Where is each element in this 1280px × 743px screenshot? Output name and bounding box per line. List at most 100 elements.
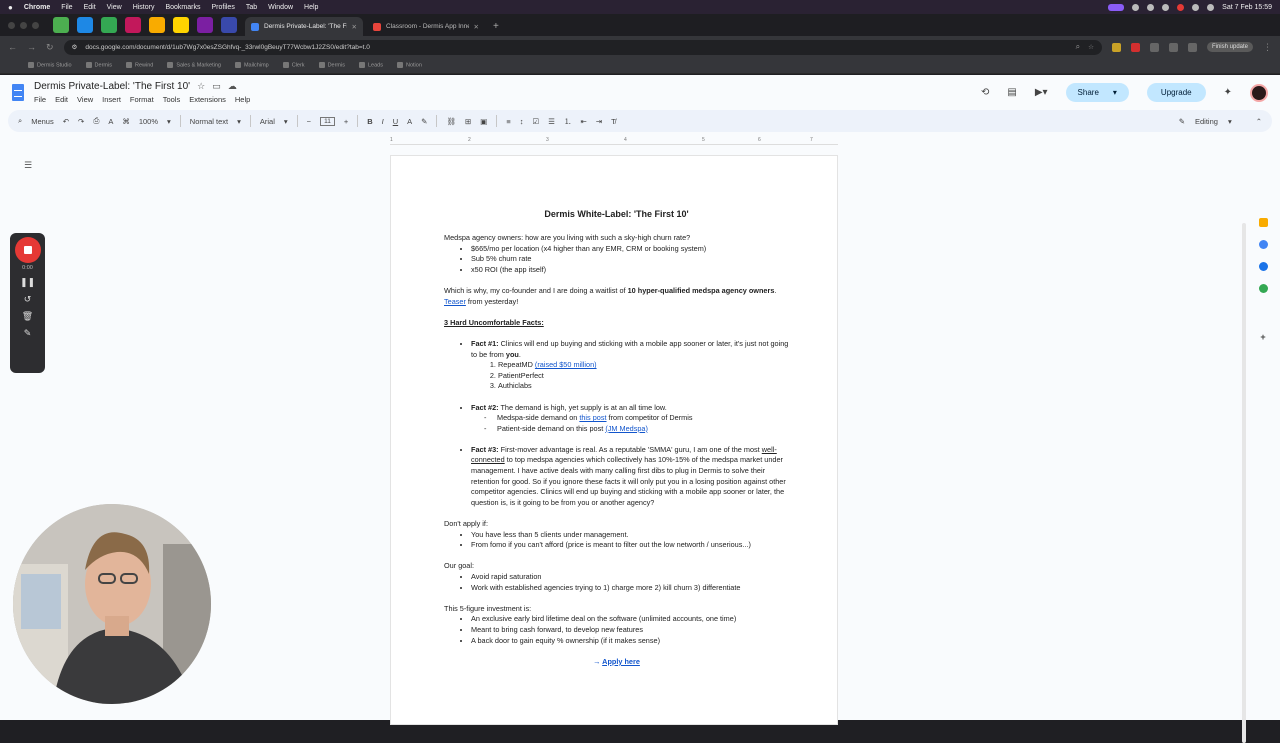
italic-icon[interactable]: I bbox=[382, 117, 384, 126]
tab-classroom[interactable]: Classroom - Dermis App Inner Circle ✕ bbox=[367, 17, 485, 36]
pinned-tab-icon[interactable] bbox=[53, 17, 69, 33]
increase-indent-icon[interactable]: ⇥ bbox=[596, 117, 602, 126]
menu-tab[interactable]: Tab bbox=[246, 4, 257, 11]
editing-mode[interactable]: ✎ Editing ▾ ⌃ bbox=[1179, 117, 1262, 126]
pinned-tab-icon[interactable] bbox=[125, 17, 141, 33]
menu-file[interactable]: File bbox=[61, 4, 72, 11]
bookmark-star-icon[interactable]: ☆ bbox=[1088, 43, 1094, 51]
bookmark-item[interactable]: Sales & Marketing bbox=[167, 62, 221, 69]
decrease-font-icon[interactable]: − bbox=[307, 117, 311, 126]
ruler[interactable]: 1 2 3 4 5 6 7 bbox=[390, 135, 838, 145]
this-post-link[interactable]: this post bbox=[579, 413, 606, 422]
font-size-input[interactable]: 11 bbox=[320, 116, 335, 126]
stop-recording-button[interactable] bbox=[14, 237, 41, 263]
menu-history[interactable]: History bbox=[133, 4, 155, 11]
pinned-tab-icon[interactable] bbox=[101, 17, 117, 33]
cloud-saved-icon[interactable]: ☁ bbox=[228, 81, 237, 92]
zoom-select[interactable]: 100% bbox=[139, 117, 158, 126]
comment-icon[interactable]: ⊞ bbox=[465, 117, 471, 126]
pinned-tab-icon[interactable] bbox=[149, 17, 165, 33]
maps-icon[interactable] bbox=[1258, 284, 1268, 293]
menu-edit[interactable]: Edit bbox=[84, 4, 96, 11]
extension-icon[interactable] bbox=[1149, 42, 1159, 52]
bookmark-item[interactable]: Dermis bbox=[86, 62, 112, 69]
document-title[interactable]: Dermis Private-Label: 'The First 10' bbox=[34, 81, 190, 92]
bookmark-item[interactable]: Mailchimp bbox=[235, 62, 269, 69]
spellcheck-icon[interactable]: A bbox=[108, 117, 113, 126]
forward-icon[interactable]: → bbox=[27, 42, 36, 52]
bold-icon[interactable]: B bbox=[367, 117, 372, 126]
extension-icon[interactable] bbox=[1168, 42, 1178, 52]
docs-menu-view[interactable]: View bbox=[77, 95, 93, 104]
line-spacing-icon[interactable]: ↕ bbox=[520, 117, 524, 126]
maximize-window-icon[interactable] bbox=[32, 21, 39, 29]
minimize-window-icon[interactable] bbox=[20, 21, 27, 29]
battery-icon[interactable] bbox=[1207, 3, 1215, 11]
keep-icon[interactable] bbox=[1258, 218, 1268, 227]
status-icon[interactable] bbox=[1132, 3, 1140, 11]
pinned-tab-icon[interactable] bbox=[197, 17, 213, 33]
close-tab-icon[interactable]: ✕ bbox=[352, 23, 357, 31]
history-icon[interactable]: ⟲ bbox=[981, 87, 989, 98]
extension-icon[interactable] bbox=[1111, 42, 1121, 52]
tab-dermis-doc[interactable]: Dermis Private-Label: 'The First 10' ✕ bbox=[245, 17, 363, 36]
meet-icon[interactable]: ▶▾ bbox=[1035, 87, 1048, 98]
decrease-indent-icon[interactable]: ⇤ bbox=[580, 117, 586, 126]
reload-icon[interactable]: ↻ bbox=[46, 42, 54, 53]
status-icon[interactable] bbox=[1147, 3, 1155, 11]
chevron-down-icon[interactable]: ▾ bbox=[167, 117, 171, 126]
menus-search[interactable]: Menus bbox=[31, 117, 54, 126]
webcam-bubble[interactable] bbox=[13, 504, 211, 704]
record-status-icon[interactable] bbox=[1177, 3, 1185, 11]
share-button[interactable]: Share ▾ bbox=[1065, 83, 1129, 102]
bookmark-item[interactable]: Notion bbox=[397, 62, 422, 69]
move-folder-icon[interactable]: ▭ bbox=[212, 81, 221, 92]
docs-menu-tools[interactable]: Tools bbox=[163, 95, 181, 104]
star-icon[interactable]: ☆ bbox=[197, 81, 205, 92]
close-tab-icon[interactable]: ✕ bbox=[474, 23, 479, 31]
menu-kebab-icon[interactable]: ⋮ bbox=[1263, 42, 1272, 53]
draw-icon[interactable]: ✎ bbox=[24, 328, 32, 339]
new-tab-icon[interactable]: + bbox=[493, 21, 499, 32]
menu-bookmarks[interactable]: Bookmarks bbox=[165, 4, 200, 11]
docs-menu-format[interactable]: Format bbox=[130, 95, 154, 104]
style-select[interactable]: Normal text bbox=[190, 117, 228, 126]
docs-menu-file[interactable]: File bbox=[34, 95, 46, 104]
bulleted-list-icon[interactable]: ☰ bbox=[548, 117, 555, 126]
clock[interactable]: Sat 7 Feb 15:59 bbox=[1222, 4, 1272, 11]
document-outline-icon[interactable]: ☰ bbox=[24, 160, 32, 171]
underline-icon[interactable]: U bbox=[393, 117, 398, 126]
restart-icon[interactable]: ↺ bbox=[24, 294, 32, 305]
comments-icon[interactable]: ▤ bbox=[1007, 87, 1016, 98]
docs-logo-icon[interactable] bbox=[12, 84, 24, 101]
pinned-tab-icon[interactable] bbox=[77, 17, 93, 33]
back-icon[interactable]: ← bbox=[8, 42, 17, 52]
bookmark-item[interactable]: Dermis bbox=[319, 62, 345, 69]
pinned-tab-icon[interactable] bbox=[173, 17, 189, 33]
docs-menu-help[interactable]: Help bbox=[235, 95, 250, 104]
docs-menu-insert[interactable]: Insert bbox=[102, 95, 121, 104]
status-badge-icon[interactable] bbox=[1108, 3, 1125, 11]
jm-medspa-link[interactable]: (JM Medspa) bbox=[605, 424, 648, 433]
text-color-icon[interactable]: A bbox=[407, 117, 412, 126]
gemini-icon[interactable]: ✦ bbox=[1224, 87, 1232, 98]
chevron-down-icon[interactable]: ▾ bbox=[237, 117, 241, 126]
delete-icon[interactable]: 🗑 bbox=[22, 311, 33, 322]
avatar[interactable] bbox=[1250, 83, 1268, 102]
address-bar[interactable]: ⚙ docs.google.com/document/d/1ub7Wg7x0es… bbox=[63, 39, 1102, 55]
apply-here-link[interactable]: Apply here bbox=[602, 657, 640, 666]
pinned-tab-icon[interactable] bbox=[221, 17, 237, 33]
zoom-icon[interactable]: ⌕ bbox=[1076, 42, 1080, 52]
bookmark-item[interactable]: Leads bbox=[359, 62, 383, 69]
checklist-icon[interactable]: ☑ bbox=[533, 117, 540, 126]
redo-icon[interactable]: ↷ bbox=[78, 117, 84, 126]
close-window-icon[interactable] bbox=[8, 21, 15, 29]
contacts-icon[interactable] bbox=[1258, 262, 1268, 271]
chevron-down-icon[interactable]: ▾ bbox=[1113, 88, 1117, 97]
font-select[interactable]: Arial bbox=[260, 117, 275, 126]
finish-update-button[interactable]: Finish update bbox=[1206, 42, 1253, 52]
extension-icon[interactable] bbox=[1130, 42, 1140, 52]
menu-help[interactable]: Help bbox=[304, 4, 318, 11]
status-icon[interactable] bbox=[1162, 3, 1170, 11]
bookmark-item[interactable]: Clerk bbox=[283, 62, 305, 69]
